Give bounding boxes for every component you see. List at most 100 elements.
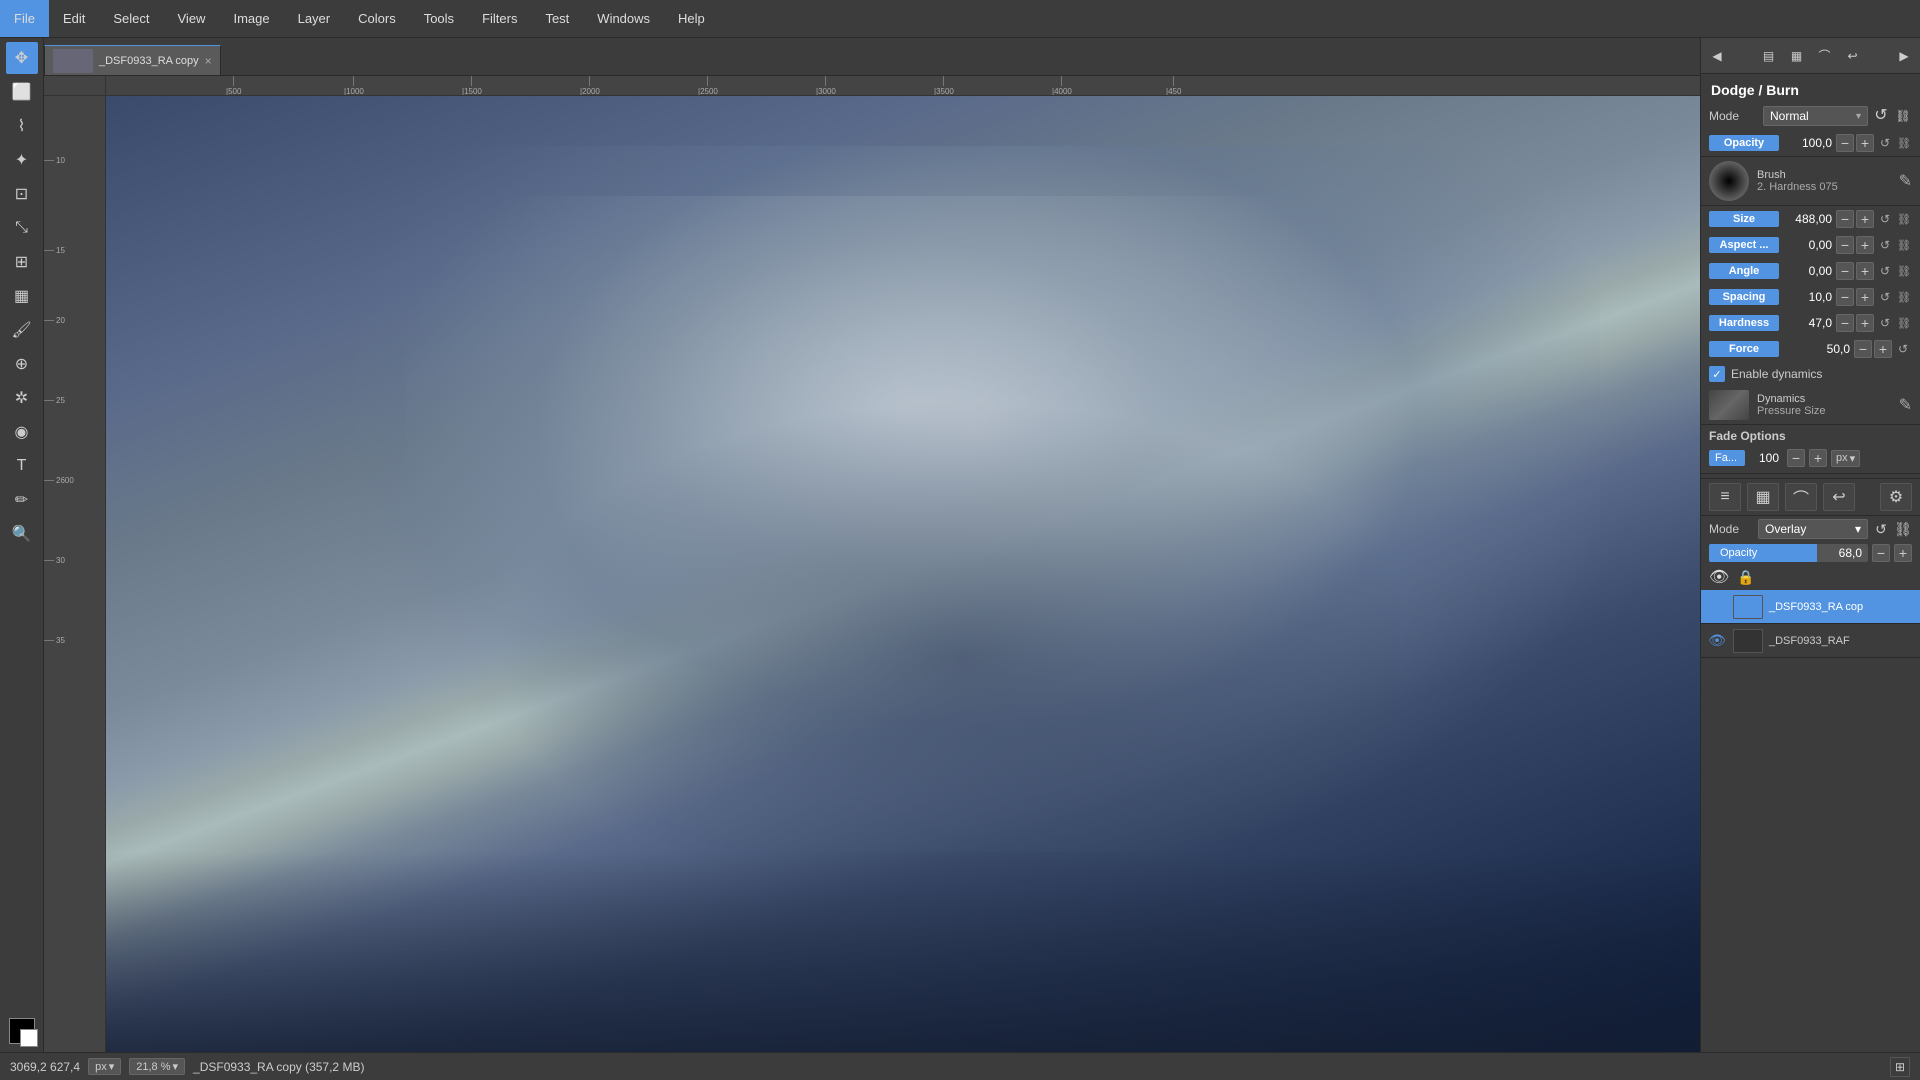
lasso-tool[interactable]: ⌇ <box>6 110 38 142</box>
opacity-increase-button[interactable]: + <box>1856 134 1874 152</box>
layer-opacity-decrease[interactable]: − <box>1872 544 1890 562</box>
foreground-color[interactable] <box>9 1018 35 1044</box>
spacing-reset-button[interactable]: ↺ <box>1876 288 1894 306</box>
history-tab[interactable]: ↩ <box>1823 483 1855 511</box>
hardness-decrease-button[interactable]: − <box>1836 314 1854 332</box>
clone-tool[interactable]: ✲ <box>6 382 38 414</box>
eye-icon[interactable]: 👁 <box>1709 567 1729 587</box>
hardness-label-button[interactable]: Hardness <box>1709 315 1779 331</box>
heal-tool[interactable]: ⊕ <box>6 348 38 380</box>
path-tool[interactable]: ✏ <box>6 484 38 516</box>
move-tool[interactable]: ✥ <box>6 42 38 74</box>
aspect-chain-button[interactable]: ⛓ <box>1896 237 1912 253</box>
fade-unit-dropdown[interactable]: px ▾ <box>1831 450 1860 467</box>
menu-test[interactable]: Test <box>531 0 583 37</box>
paintbrush-tool[interactable]: 🖌 <box>6 314 38 346</box>
unit-selector[interactable]: px ▾ <box>88 1058 121 1075</box>
opacity-reset-button[interactable]: ↺ <box>1876 134 1894 152</box>
menu-colors[interactable]: Colors <box>344 0 410 37</box>
layer-item-original[interactable]: 👁 _DSF0933_RAF <box>1701 624 1920 658</box>
layer-opacity-label[interactable]: Opacity <box>1715 546 1762 560</box>
size-label-button[interactable]: Size <box>1709 211 1779 227</box>
hardness-reset-button[interactable]: ↺ <box>1876 314 1894 332</box>
brush-edit-button[interactable]: ✎ <box>1899 171 1912 191</box>
menu-layer[interactable]: Layer <box>284 0 345 37</box>
layer-eye-copy[interactable]: 👁 <box>1707 597 1727 617</box>
enable-dynamics-checkbox[interactable]: ✓ <box>1709 366 1725 382</box>
canvas-display[interactable] <box>106 96 1700 1052</box>
mode-reset-button[interactable]: ↺ <box>1872 107 1890 125</box>
paths-tab[interactable]: ⌒ <box>1785 483 1817 511</box>
crop-tool[interactable]: ⊡ <box>6 178 38 210</box>
menu-help[interactable]: Help <box>664 0 719 37</box>
panel-channels-button[interactable]: ▦ <box>1785 44 1809 68</box>
opacity-chain-button[interactable]: ⛓ <box>1896 135 1912 151</box>
angle-decrease-button[interactable]: − <box>1836 262 1854 280</box>
menu-edit[interactable]: Edit <box>49 0 99 37</box>
aspect-reset-button[interactable]: ↺ <box>1876 236 1894 254</box>
force-decrease-button[interactable]: − <box>1854 340 1872 358</box>
size-increase-button[interactable]: + <box>1856 210 1874 228</box>
panel-prev-button[interactable]: ◀ <box>1705 44 1729 68</box>
layer-mode-chain[interactable]: ⛓ <box>1894 520 1912 538</box>
spacing-label-button[interactable]: Spacing <box>1709 289 1779 305</box>
aspect-label-button[interactable]: Aspect ... <box>1709 237 1779 253</box>
dynamics-thumbnail[interactable] <box>1709 390 1749 420</box>
layer-mode-dropdown[interactable]: Overlay ▾ <box>1758 519 1868 539</box>
view-options-button[interactable]: ⊞ <box>1890 1057 1910 1077</box>
size-reset-button[interactable]: ↺ <box>1876 210 1894 228</box>
angle-label-button[interactable]: Angle <box>1709 263 1779 279</box>
spacing-increase-button[interactable]: + <box>1856 288 1874 306</box>
angle-chain-button[interactable]: ⛓ <box>1896 263 1912 279</box>
hardness-chain-button[interactable]: ⛓ <box>1896 315 1912 331</box>
opacity-label-button[interactable]: Opacity <box>1709 135 1779 151</box>
fade-decrease-button[interactable]: − <box>1787 449 1805 467</box>
wand-tool[interactable]: ✦ <box>6 144 38 176</box>
layer-mode-reset[interactable]: ↺ <box>1872 520 1890 538</box>
panel-paths-button[interactable]: ⌒ <box>1813 44 1837 68</box>
mode-chain-button[interactable]: ⛓ <box>1894 107 1912 125</box>
panel-settings-button[interactable]: ⚙ <box>1880 483 1912 511</box>
angle-reset-button[interactable]: ↺ <box>1876 262 1894 280</box>
transform-tool[interactable]: ⤡ <box>6 212 38 244</box>
angle-increase-button[interactable]: + <box>1856 262 1874 280</box>
force-label-button[interactable]: Force <box>1709 341 1779 357</box>
menu-image[interactable]: Image <box>219 0 283 37</box>
gradient-tool[interactable]: ▦ <box>6 280 38 312</box>
layer-eye-original[interactable]: 👁 <box>1707 631 1727 651</box>
aspect-increase-button[interactable]: + <box>1856 236 1874 254</box>
select-rect-tool[interactable]: ⬜ <box>6 76 38 108</box>
menu-filters[interactable]: Filters <box>468 0 531 37</box>
tab-close-button[interactable]: × <box>205 54 212 68</box>
fade-increase-button[interactable]: + <box>1809 449 1827 467</box>
menu-file[interactable]: File <box>0 0 49 37</box>
size-chain-button[interactable]: ⛓ <box>1896 211 1912 227</box>
layer-opacity-increase[interactable]: + <box>1894 544 1912 562</box>
size-decrease-button[interactable]: − <box>1836 210 1854 228</box>
panel-next-button[interactable]: ▶ <box>1892 44 1916 68</box>
opacity-decrease-button[interactable]: − <box>1836 134 1854 152</box>
zoom-tool[interactable]: 🔍 <box>6 518 38 550</box>
mode-dropdown[interactable]: Normal ▾ <box>1763 106 1868 126</box>
brush-preview[interactable] <box>1709 161 1749 201</box>
spacing-chain-button[interactable]: ⛓ <box>1896 289 1912 305</box>
lock-icon[interactable]: 🔒 <box>1737 569 1754 586</box>
force-reset-button[interactable]: ↺ <box>1894 340 1912 358</box>
force-increase-button[interactable]: + <box>1874 340 1892 358</box>
layer-item-copy[interactable]: 👁 _DSF0933_RA cop <box>1701 590 1920 624</box>
canvas-tab[interactable]: _DSF0933_RA copy × <box>44 45 221 75</box>
spacing-decrease-button[interactable]: − <box>1836 288 1854 306</box>
zoom-level[interactable]: 21,8 % ▾ <box>129 1058 185 1075</box>
panel-layers-button[interactable]: ▤ <box>1757 44 1781 68</box>
panel-undo-button[interactable]: ↩ <box>1841 44 1865 68</box>
menu-windows[interactable]: Windows <box>583 0 664 37</box>
layer-opacity-slider[interactable]: Opacity 68,0 <box>1709 544 1868 562</box>
hardness-increase-button[interactable]: + <box>1856 314 1874 332</box>
menu-view[interactable]: View <box>164 0 220 37</box>
grid-tool[interactable]: ⊞ <box>6 246 38 278</box>
channels-tab[interactable]: ▦ <box>1747 483 1779 511</box>
menu-tools[interactable]: Tools <box>410 0 468 37</box>
dodge-burn-tool[interactable]: ◉ <box>6 416 38 448</box>
fade-label-button[interactable]: Fa... <box>1709 450 1745 466</box>
dynamics-edit-button[interactable]: ✎ <box>1899 395 1912 415</box>
